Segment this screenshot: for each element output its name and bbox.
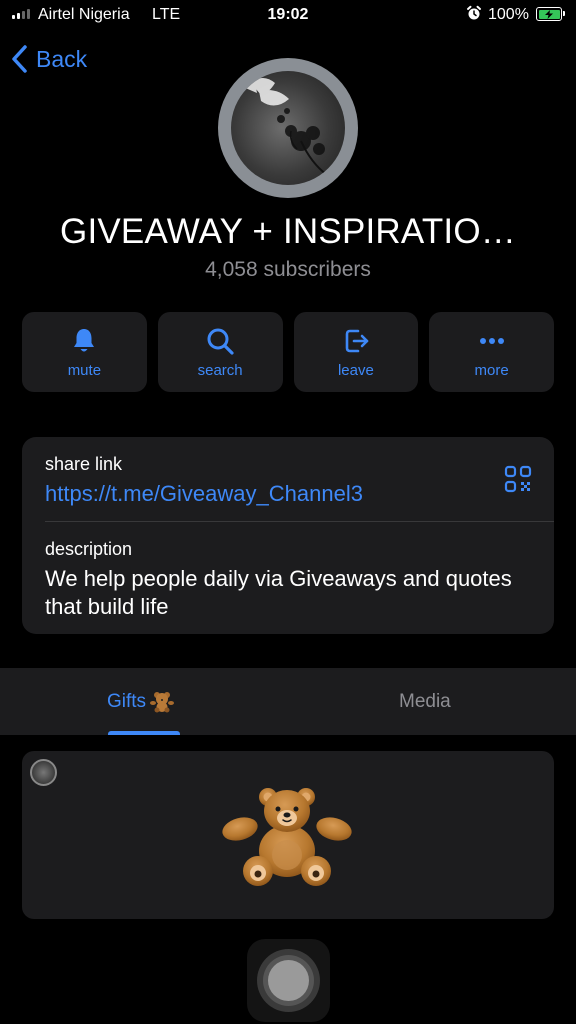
battery-percentage: 100% xyxy=(488,6,529,23)
tab-gifts[interactable]: Gifts xyxy=(0,668,284,735)
description-label: description xyxy=(45,539,133,559)
search-button[interactable]: search xyxy=(157,312,283,392)
description-text: We help people daily via Giveaways and q… xyxy=(45,566,512,619)
sender-avatar xyxy=(30,759,57,786)
leave-button[interactable]: leave xyxy=(293,312,419,392)
tab-media-label: Media xyxy=(399,690,451,712)
chevron-left-icon xyxy=(12,45,27,73)
action-bar: mute search leave more xyxy=(22,312,554,392)
channel-title: GIVEAWAY + INSPIRATIO… xyxy=(60,212,516,251)
bell-icon xyxy=(74,329,95,352)
mute-button[interactable]: mute xyxy=(22,312,147,392)
tab-bar: Gifts Media xyxy=(0,668,576,735)
qr-code-icon[interactable] xyxy=(504,465,532,493)
channel-avatar-image xyxy=(231,71,345,185)
more-button[interactable]: more xyxy=(429,312,554,392)
teddy-bear-icon xyxy=(222,788,352,886)
teddy-bear-icon xyxy=(150,691,175,712)
tab-gifts-label: Gifts xyxy=(107,690,147,712)
back-button[interactable]: Back xyxy=(10,42,87,76)
back-label: Back xyxy=(36,45,88,72)
channel-info-card: share link https://t.me/Giveaway_Channel… xyxy=(22,437,554,634)
leave-icon xyxy=(345,329,369,353)
search-label: search xyxy=(197,362,243,379)
share-link[interactable]: https://t.me/Giveaway_Channel3 xyxy=(45,481,363,507)
assistive-touch-button[interactable] xyxy=(247,939,330,1022)
more-icon xyxy=(479,338,504,344)
gift-card[interactable] xyxy=(22,751,554,919)
search-icon xyxy=(207,328,234,355)
divider xyxy=(45,521,554,522)
leave-label: leave xyxy=(337,362,374,379)
share-link-label: share link xyxy=(45,454,123,474)
status-bar: Airtel Nigeria LTE 19:02 100% xyxy=(0,0,576,30)
subscriber-count: 4,058 subscribers xyxy=(205,258,371,281)
tab-media[interactable]: Media xyxy=(284,668,576,735)
battery-icon xyxy=(536,7,565,21)
channel-avatar[interactable] xyxy=(218,58,358,198)
active-tab-indicator xyxy=(108,731,180,735)
more-label: more xyxy=(474,362,509,379)
alarm-clock-icon xyxy=(467,5,481,20)
mute-label: mute xyxy=(67,362,102,379)
